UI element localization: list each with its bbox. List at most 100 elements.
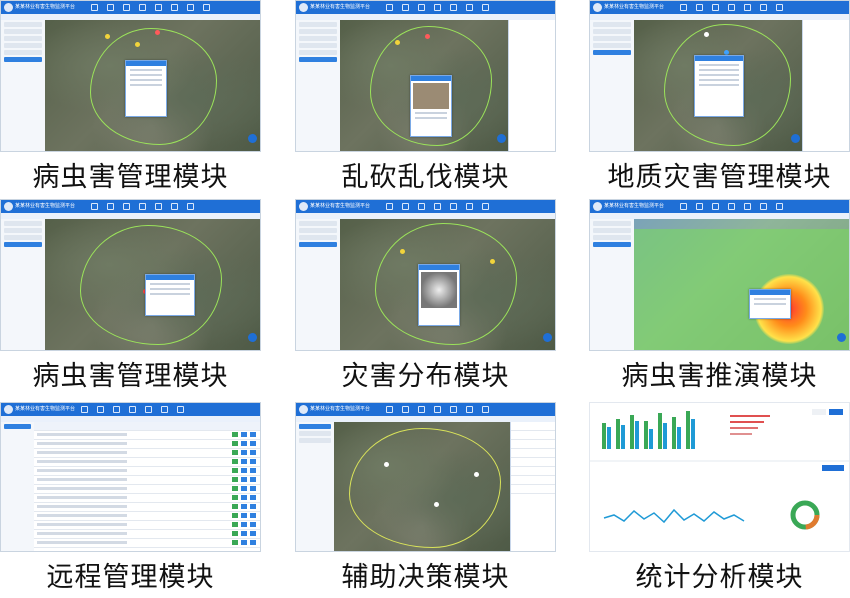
satellite-map[interactable] — [334, 422, 511, 551]
nav-icon[interactable] — [760, 4, 767, 11]
nav-icon[interactable] — [450, 406, 457, 413]
nav-icon[interactable] — [402, 203, 409, 210]
nav-icon[interactable] — [107, 4, 114, 11]
nav-icon[interactable] — [386, 203, 393, 210]
sidebar-item-active[interactable] — [593, 242, 631, 247]
satellite-map[interactable] — [45, 219, 260, 350]
nav-icon[interactable] — [139, 203, 146, 210]
sidebar-item[interactable] — [299, 438, 331, 443]
table-row[interactable] — [34, 476, 260, 485]
sidebar-item-active[interactable] — [299, 242, 337, 247]
nav-icon[interactable] — [177, 406, 184, 413]
query-button[interactable] — [829, 409, 843, 415]
list-item[interactable] — [511, 422, 555, 431]
module-card-disaster-distribution[interactable]: 某某林业有害生物监测平台 灾害分布模块 — [295, 199, 556, 394]
marker[interactable] — [135, 42, 140, 47]
nav-icon[interactable] — [434, 203, 441, 210]
sidebar-item[interactable] — [4, 36, 42, 41]
sidebar-item[interactable] — [593, 22, 631, 27]
nav-icon[interactable] — [123, 4, 130, 11]
sidebar-item[interactable] — [299, 221, 337, 226]
nav-icon[interactable] — [466, 203, 473, 210]
module-card-pest-management[interactable]: 某某林业有害生物监测平台 病虫害管理模块 — [0, 0, 261, 193]
nav-icon[interactable] — [482, 203, 489, 210]
table-row[interactable] — [34, 494, 260, 503]
table-row[interactable] — [34, 485, 260, 494]
nav-icon[interactable] — [696, 4, 703, 11]
nav-icon[interactable] — [482, 406, 489, 413]
nav-icon[interactable] — [123, 203, 130, 210]
nav-icon[interactable] — [466, 4, 473, 11]
sidebar-item[interactable] — [299, 36, 337, 41]
table-row[interactable] — [34, 539, 260, 548]
marker[interactable] — [434, 502, 439, 507]
nav-icon[interactable] — [418, 4, 425, 11]
nav-icon[interactable] — [680, 4, 687, 11]
locate-button[interactable] — [791, 134, 800, 143]
nav-icon[interactable] — [187, 203, 194, 210]
nav-icon[interactable] — [171, 4, 178, 11]
list-item[interactable] — [511, 485, 555, 494]
nav-icon[interactable] — [418, 203, 425, 210]
module-card-geological-hazard[interactable]: 某某林业有害生物监测平台 地质灾害管理模块 — [589, 0, 850, 193]
nav-icon[interactable] — [155, 4, 162, 11]
nav-icon[interactable] — [203, 4, 210, 11]
table-row[interactable] — [34, 521, 260, 530]
module-card-remote-management[interactable]: 某某林业有害生物监测平台 远程管理模块 — [0, 402, 261, 598]
satellite-map[interactable] — [634, 20, 803, 151]
sidebar-item-active[interactable] — [299, 424, 331, 429]
sidebar-item[interactable] — [299, 29, 337, 34]
nav-icon[interactable] — [386, 4, 393, 11]
nav-icon[interactable] — [696, 203, 703, 210]
simulation-map[interactable] — [634, 219, 849, 350]
sidebar-item[interactable] — [593, 36, 631, 41]
locate-button[interactable] — [248, 333, 257, 342]
sidebar-item-active[interactable] — [299, 57, 337, 62]
module-card-pest-management-2[interactable]: 某某林业有害生物监测平台 病虫害管理模块 — [0, 199, 261, 394]
sidebar-item[interactable] — [593, 29, 631, 34]
nav-icon[interactable] — [680, 203, 687, 210]
sidebar-item[interactable] — [593, 43, 631, 48]
nav-icon[interactable] — [712, 203, 719, 210]
nav-icon[interactable] — [187, 4, 194, 11]
nav-icon[interactable] — [402, 406, 409, 413]
sidebar-item[interactable] — [299, 22, 337, 27]
locate-button[interactable] — [837, 333, 846, 342]
marker[interactable] — [704, 32, 709, 37]
nav-icon[interactable] — [744, 203, 751, 210]
sidebar-item[interactable] — [299, 43, 337, 48]
nav-icon[interactable] — [418, 406, 425, 413]
nav-icon[interactable] — [760, 203, 767, 210]
list-item[interactable] — [511, 431, 555, 440]
sidebar-item[interactable] — [4, 235, 42, 240]
sidebar-item-active[interactable] — [4, 242, 42, 247]
table-row[interactable] — [34, 449, 260, 458]
sidebar-item[interactable] — [299, 235, 337, 240]
nav-icon[interactable] — [91, 4, 98, 11]
nav-icon[interactable] — [97, 406, 104, 413]
nav-icon[interactable] — [91, 203, 98, 210]
sidebar-item[interactable] — [4, 228, 42, 233]
satellite-map[interactable] — [45, 20, 260, 151]
nav-icon[interactable] — [129, 406, 136, 413]
locate-button[interactable] — [543, 333, 552, 342]
nav-icon[interactable] — [171, 203, 178, 210]
table-row[interactable] — [34, 530, 260, 539]
module-card-statistical-analysis[interactable]: 统计分析模块 — [589, 402, 850, 598]
sidebar-item-active[interactable] — [4, 424, 31, 429]
marker[interactable] — [400, 249, 405, 254]
sidebar-item[interactable] — [4, 22, 42, 27]
export-button[interactable] — [822, 465, 844, 471]
nav-icon[interactable] — [776, 4, 783, 11]
list-item[interactable] — [511, 467, 555, 476]
marker[interactable] — [425, 34, 430, 39]
nav-icon[interactable] — [139, 4, 146, 11]
nav-icon[interactable] — [155, 203, 162, 210]
list-item[interactable] — [511, 458, 555, 467]
list-item[interactable] — [511, 476, 555, 485]
nav-icon[interactable] — [402, 4, 409, 11]
nav-icon[interactable] — [466, 406, 473, 413]
marker[interactable] — [395, 40, 400, 45]
nav-icon[interactable] — [434, 4, 441, 11]
nav-icon[interactable] — [450, 203, 457, 210]
